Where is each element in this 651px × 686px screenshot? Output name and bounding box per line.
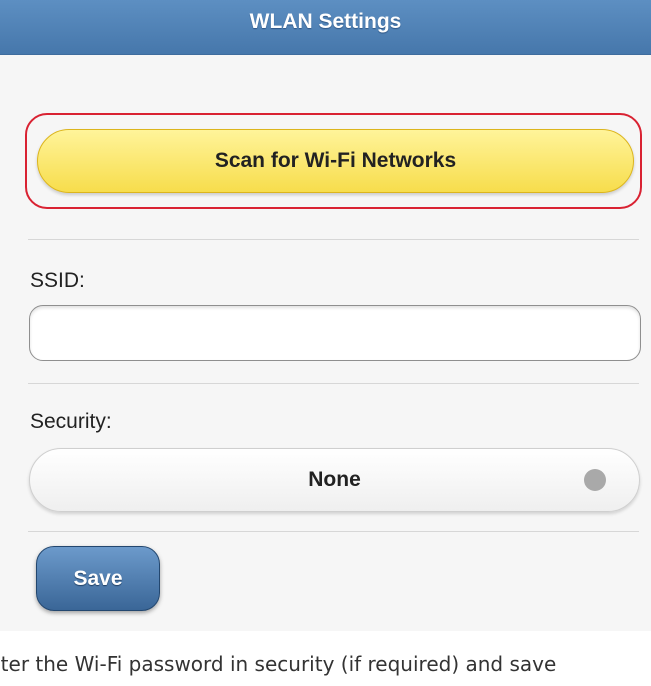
section-divider: [28, 239, 639, 240]
section-divider: [28, 531, 639, 532]
security-selected-value: None: [308, 468, 361, 491]
security-select[interactable]: None: [29, 448, 640, 512]
ssid-label: SSID:: [30, 269, 85, 292]
scan-wifi-button[interactable]: Scan for Wi-Fi Networks: [37, 129, 634, 193]
header-bar: WLAN Settings: [0, 0, 651, 55]
wlan-settings-screen: WLAN Settings Scan for Wi-Fi Networks SS…: [0, 0, 651, 631]
page-title: WLAN Settings: [249, 10, 402, 33]
security-label: Security:: [30, 410, 112, 433]
ssid-input[interactable]: [29, 305, 641, 361]
save-button[interactable]: Save: [36, 546, 160, 611]
section-divider: [28, 383, 639, 384]
instruction-caption: nter the Wi-Fi password in security (if …: [0, 652, 557, 676]
radio-dot-icon: [584, 469, 606, 491]
